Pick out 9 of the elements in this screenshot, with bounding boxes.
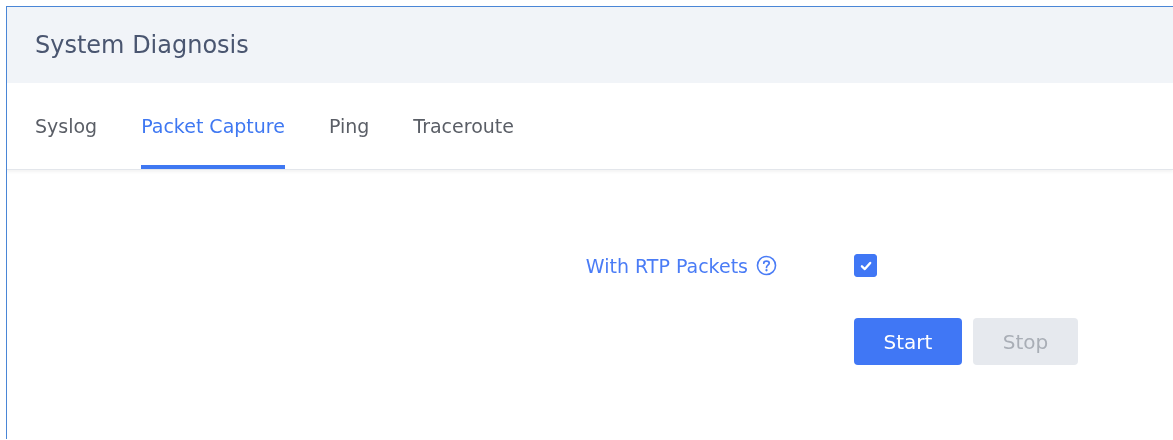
option-label: With RTP Packets xyxy=(585,254,748,277)
tab[interactable]: Syslog xyxy=(35,83,98,169)
tab[interactable]: Traceroute xyxy=(413,83,514,169)
page-title: System Diagnosis xyxy=(35,31,249,59)
tab[interactable]: Ping xyxy=(328,83,370,169)
help-icon[interactable] xyxy=(756,255,777,276)
start-button[interactable]: Start xyxy=(854,318,962,365)
checkbox[interactable] xyxy=(854,254,877,277)
tab[interactable]: Packet Capture xyxy=(141,83,285,169)
